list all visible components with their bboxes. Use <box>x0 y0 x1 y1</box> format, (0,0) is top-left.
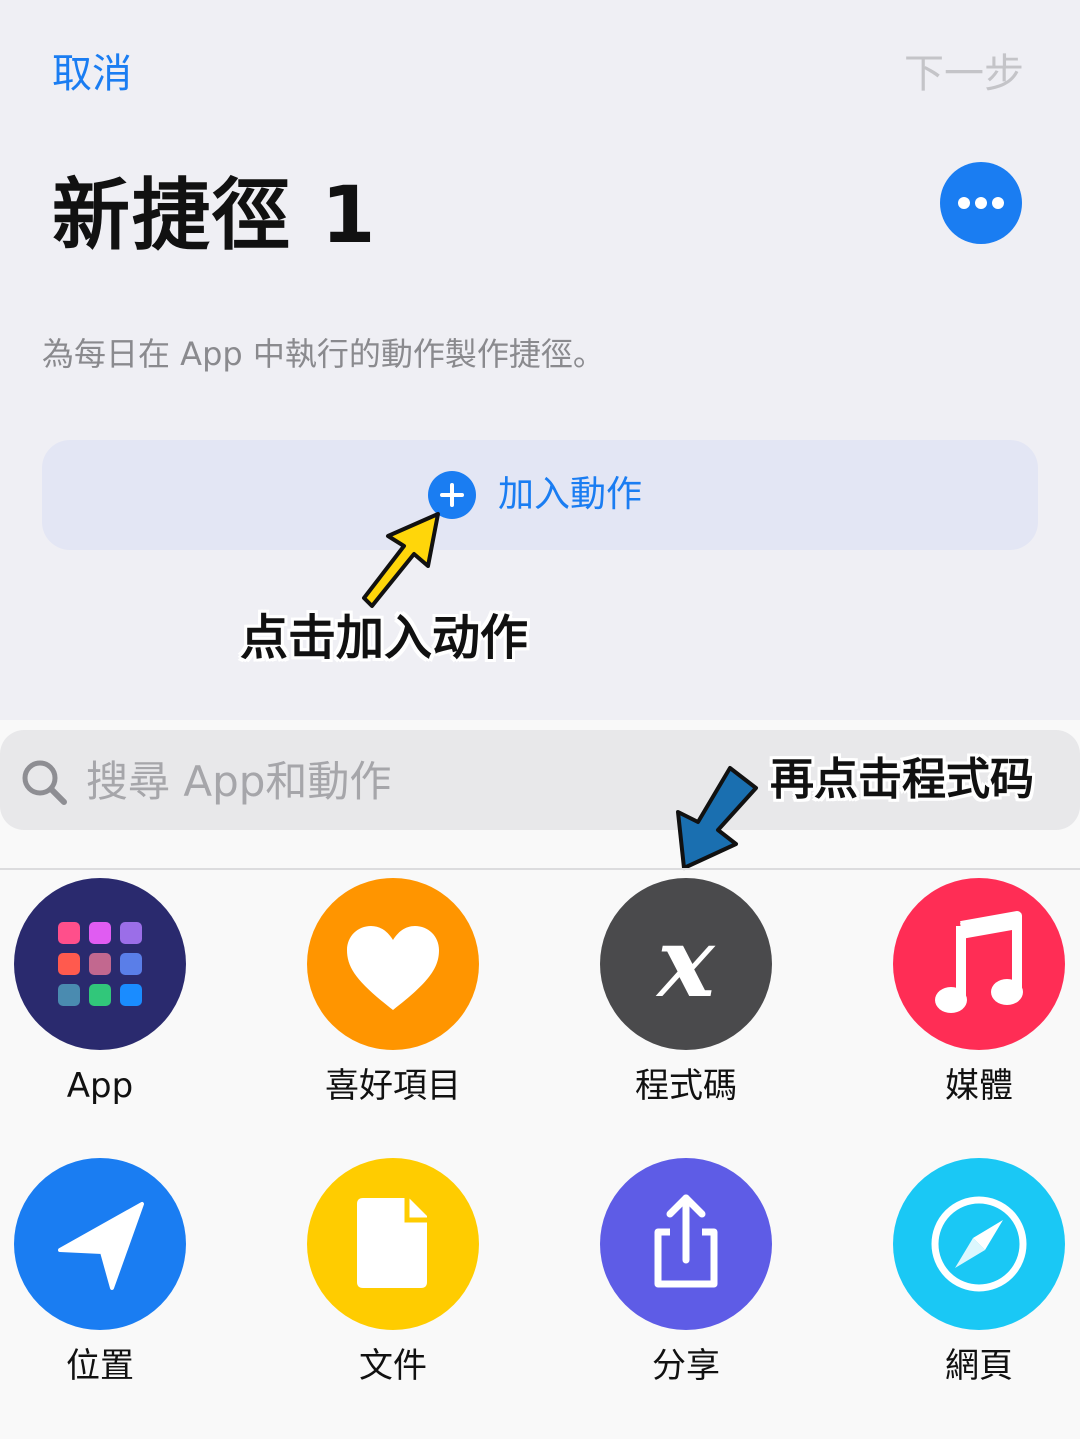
more-options-button[interactable] <box>940 162 1022 244</box>
search-input[interactable]: 搜尋 App和動作 <box>86 754 686 810</box>
category-label: 文件 <box>359 1346 427 1386</box>
category-label: 分享 <box>652 1346 720 1386</box>
category-label: 媒體 <box>945 1066 1013 1106</box>
shortcut-description: 為每日在 App 中執行的動作製作捷徑。 <box>42 335 605 373</box>
music-note-icon <box>893 878 1065 1050</box>
category-sharing[interactable]: 分享 <box>566 1158 806 1418</box>
category-scripting[interactable]: x 程式碼 <box>566 878 806 1138</box>
app-grid-icon <box>14 878 186 1050</box>
search-icon <box>22 760 67 805</box>
category-documents[interactable]: 文件 <box>273 1158 513 1418</box>
category-web[interactable]: 網頁 <box>859 1158 1080 1418</box>
add-action-button[interactable]: 加入動作 <box>42 440 1038 550</box>
category-label: 位置 <box>66 1346 134 1386</box>
category-label: App <box>66 1066 134 1106</box>
svg-text:x: x <box>655 906 716 1019</box>
category-label: 網頁 <box>945 1346 1013 1386</box>
document-icon <box>307 1158 479 1330</box>
category-label: 喜好項目 <box>325 1066 461 1106</box>
category-media[interactable]: 媒體 <box>859 878 1080 1138</box>
category-favorites[interactable]: 喜好項目 <box>273 878 513 1138</box>
cancel-button[interactable]: 取消 <box>52 46 132 102</box>
safari-compass-icon <box>893 1158 1065 1330</box>
heart-icon <box>307 878 479 1050</box>
category-app[interactable]: App <box>0 878 220 1138</box>
location-arrow-icon <box>14 1158 186 1330</box>
share-icon <box>600 1158 772 1330</box>
annotation-tap-add-action: 点击加入动作 <box>240 610 529 666</box>
divider <box>0 868 1080 870</box>
shortcut-editor-header: 取消 下一步 新捷徑 1 為每日在 App 中執行的動作製作捷徑。 加入動作 点… <box>0 0 1080 720</box>
yellow-arrow-annotation-icon <box>362 512 440 608</box>
ellipsis-icon <box>958 197 1004 209</box>
blue-arrow-annotation-icon <box>676 766 758 870</box>
category-location[interactable]: 位置 <box>0 1158 220 1418</box>
shortcut-title[interactable]: 新捷徑 1 <box>52 168 377 264</box>
add-action-label: 加入動作 <box>498 474 643 515</box>
scripting-x-icon: x <box>600 878 772 1050</box>
next-button[interactable]: 下一步 <box>904 46 1024 102</box>
annotation-tap-scripting: 再点击程式码 <box>770 754 1034 805</box>
category-label: 程式碼 <box>635 1066 737 1106</box>
